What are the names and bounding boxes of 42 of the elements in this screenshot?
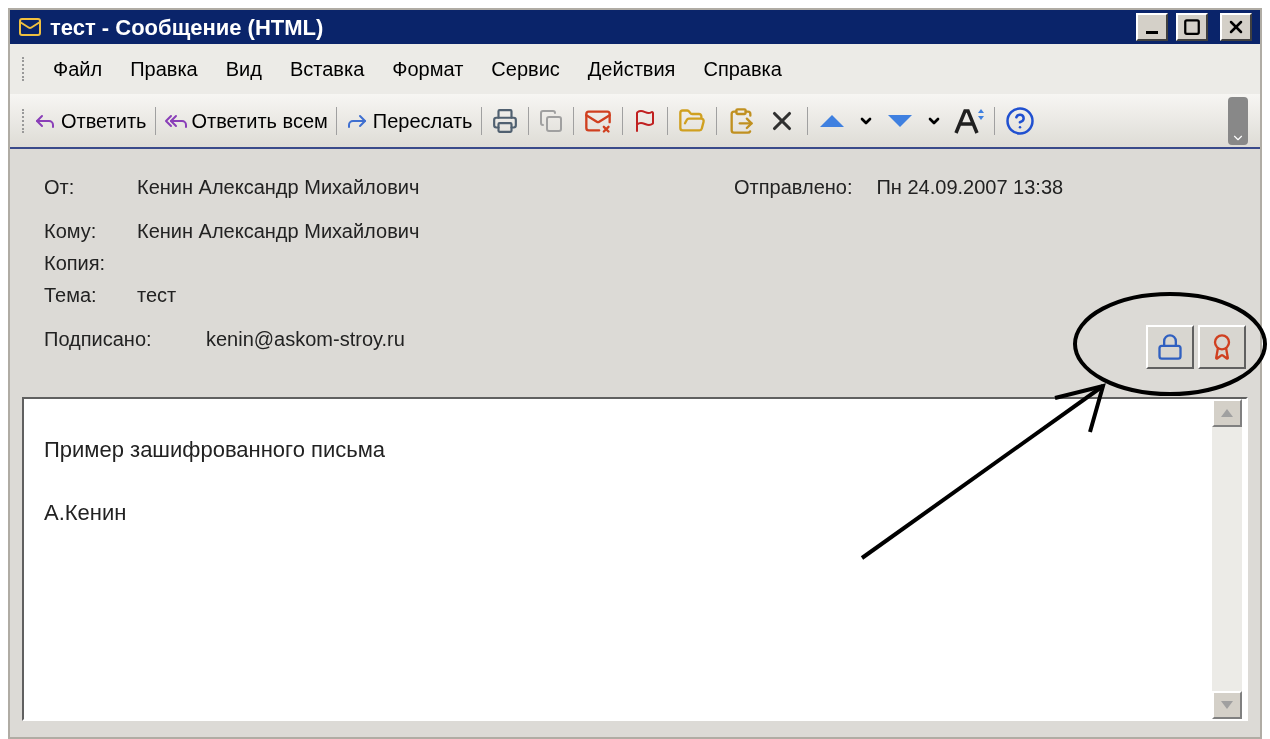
field-label: Отправлено: bbox=[734, 175, 853, 200]
field-label: Подписано: bbox=[44, 327, 153, 352]
toolbar-button[interactable]: Ответить bbox=[29, 102, 151, 139]
field-label: От: bbox=[44, 175, 76, 200]
font-size-icon bbox=[953, 106, 984, 135]
body-text: А.Кенин bbox=[44, 499, 128, 527]
scrollbar[interactable] bbox=[1212, 399, 1242, 719]
menu-item[interactable]: Вставка bbox=[289, 54, 365, 84]
field-value: Пн 24.09.2007 13:38 bbox=[876, 175, 1064, 200]
menu-item[interactable]: Файл bbox=[53, 54, 103, 84]
field-value: kenin@askom-stroy.ru bbox=[206, 327, 405, 352]
signature-button[interactable] bbox=[1198, 325, 1246, 369]
toolbar-button[interactable]: Ответить всем bbox=[159, 102, 332, 139]
menu-item[interactable]: Формат bbox=[392, 54, 464, 84]
window-title: тест - Сообщение (HTML) bbox=[50, 13, 325, 42]
body-text: Пример зашифрованного письма bbox=[44, 436, 386, 464]
field-value: Кенин Александр Михайлович bbox=[137, 219, 420, 244]
encryption-button[interactable] bbox=[1146, 325, 1194, 369]
field-label: Тема: bbox=[44, 283, 98, 308]
help-icon bbox=[1004, 105, 1035, 136]
up-arrow-icon bbox=[1221, 409, 1233, 417]
field-value: тест bbox=[137, 283, 177, 308]
minimize-button[interactable] bbox=[1136, 13, 1168, 41]
padlock-icon bbox=[1156, 333, 1184, 361]
toolbar-button[interactable]: Переслать bbox=[340, 102, 477, 139]
menu-item[interactable]: Справка bbox=[703, 54, 782, 84]
maximize-button[interactable] bbox=[1176, 13, 1208, 41]
menu-item[interactable]: Правка bbox=[130, 54, 198, 84]
field-value: Кенин Александр Михайлович bbox=[137, 175, 420, 200]
close-button[interactable] bbox=[1220, 13, 1252, 41]
maximize-icon bbox=[1183, 18, 1201, 36]
menu-item[interactable]: Действия bbox=[587, 54, 676, 84]
menu-item[interactable]: Сервис bbox=[491, 54, 560, 84]
toolbar-overflow-button[interactable] bbox=[1228, 96, 1248, 145]
field-label: Кому: bbox=[44, 219, 98, 244]
field-label: Копия: bbox=[44, 251, 107, 276]
copy-icon bbox=[538, 108, 563, 133]
envelope-icon bbox=[18, 15, 42, 39]
down-arrow-icon bbox=[1221, 701, 1233, 709]
minimize-icon bbox=[1146, 31, 1158, 34]
print-icon bbox=[491, 107, 518, 134]
menu-item[interactable]: Вид bbox=[225, 54, 262, 84]
